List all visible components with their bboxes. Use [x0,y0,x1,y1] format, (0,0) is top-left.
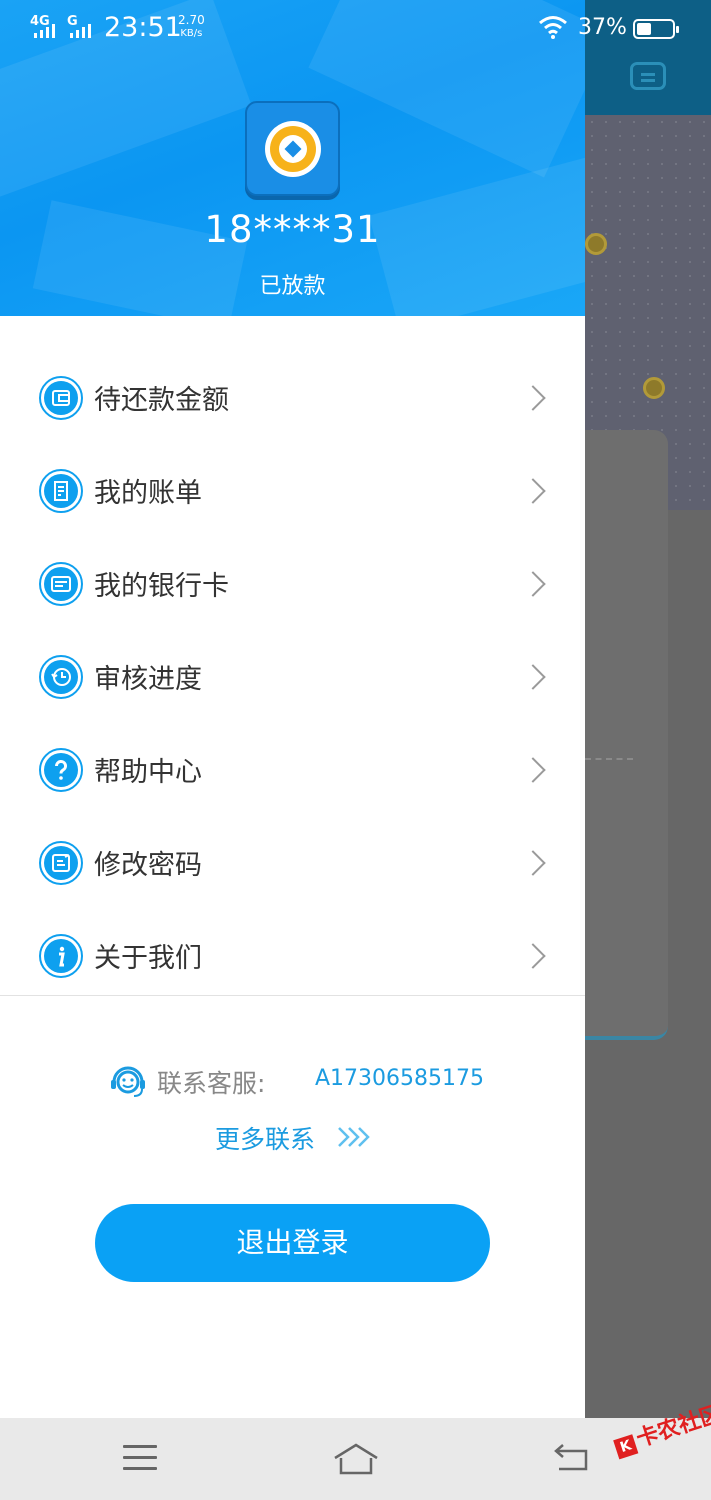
menu-label: 我的账单 [94,478,202,509]
menu-item-about-us[interactable]: 关于我们 [0,909,585,1002]
chevron-right-icon [520,384,546,411]
customer-service-id[interactable]: A17306585175 [315,1066,484,1091]
back-icon[interactable] [553,1442,591,1472]
network-speed-unit: KB/s [180,28,203,39]
headset-icon [111,1066,145,1097]
battery-icon [633,19,679,39]
menu-label: 修改密码 [94,850,202,881]
menu-item-my-bills[interactable]: 我的账单 [0,444,585,537]
menu-label: 我的银行卡 [94,571,229,602]
menu-item-help-center[interactable]: 帮助中心 [0,723,585,816]
network-speed: 2.70 KB/s [178,14,205,40]
menu-item-change-password[interactable]: 修改密码 [0,816,585,909]
menu-label: 审核进度 [94,664,202,695]
logout-button[interactable]: 退出登录 [95,1204,490,1282]
wifi-icon [539,16,567,39]
bank-card-icon [39,561,83,606]
user-phone: 18****31 [204,208,381,251]
menu-item-bank-cards[interactable]: 我的银行卡 [0,537,585,630]
history-icon [39,654,83,699]
menu-label: 帮助中心 [94,757,202,788]
app-logo [245,101,340,196]
chevron-right-icon [520,477,546,504]
wallet-icon [39,375,83,420]
loan-status: 已放款 [259,274,326,299]
chat-icon [630,62,666,90]
menu-icon[interactable] [123,1445,157,1471]
help-icon [39,747,83,792]
clock: 23:51 [104,12,182,43]
more-contacts-label: 更多联系 [215,1125,316,1154]
signal-icon [34,22,55,38]
menu-item-pending-repayment[interactable]: 待还款金额 [0,351,585,444]
customer-service-row[interactable]: 联系客服: A17306585175 [0,1060,585,1100]
home-icon[interactable] [332,1442,380,1476]
battery-percent: 37% [578,15,627,40]
coin-icon [585,233,607,255]
menu-item-review-progress[interactable]: 审核进度 [0,630,585,723]
side-drawer: 18****31 已放款 待还款金额 我的账单 我的银行卡 审核进度 帮助中心 … [0,0,585,1418]
customer-service-label: 联系客服: [157,1069,266,1098]
chevron-right-icon [520,849,546,876]
menu-label: 关于我们 [94,943,202,974]
edit-password-icon [39,840,83,885]
status-bar: 4G G 23:51 2.70 KB/s 37% [0,0,711,56]
background-dashed-divider [585,758,633,760]
chevron-right-icon [520,663,546,690]
signal-icon [70,22,91,38]
chevron-right-icon [520,570,546,597]
info-icon [39,933,83,978]
network-speed-value: 2.70 [178,13,205,27]
bill-icon [39,468,83,513]
double-chevron-right-icon [338,1127,370,1147]
menu-label: 待还款金额 [94,385,229,416]
chevron-right-icon [520,756,546,783]
menu-divider [0,995,585,996]
coin-icon [643,377,665,399]
chevron-right-icon [520,942,546,969]
system-nav-bar [0,1418,711,1500]
